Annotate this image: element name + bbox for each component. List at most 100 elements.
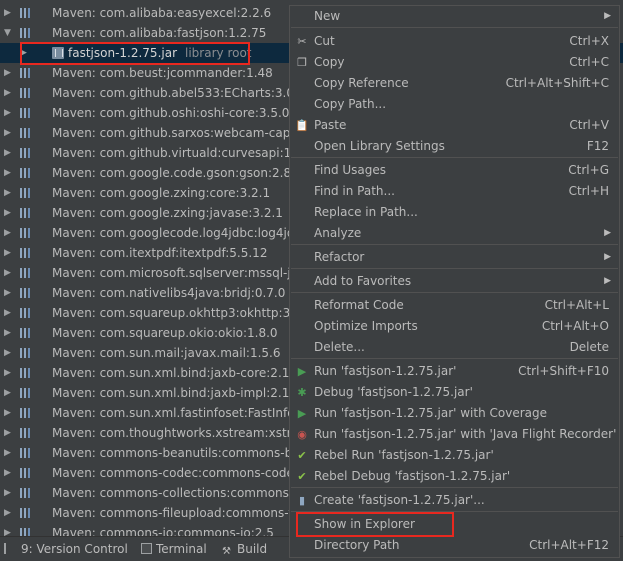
menu-item-shortcut: Ctrl+Shift+F10: [518, 364, 609, 378]
submenu-arrow-icon: ▶: [604, 276, 611, 286]
menu-item-cut[interactable]: ✂ Cut Ctrl+X: [290, 31, 619, 52]
menu-item-copy[interactable]: ❐ Copy Ctrl+C: [290, 52, 619, 73]
version-control-tab[interactable]: 9: Version Control: [4, 537, 128, 561]
menu-separator: [291, 27, 618, 28]
menu-item-add-to-favorites[interactable]: Add to Favorites ▶: [290, 271, 619, 292]
collapse-arrow-icon[interactable]: ▶: [4, 263, 16, 283]
menu-item-replace-in-path[interactable]: Replace in Path...: [290, 202, 619, 223]
collapse-arrow-icon[interactable]: ▶: [4, 243, 16, 263]
menu-item-label: Debug 'fastjson-1.2.75.jar': [314, 385, 473, 399]
menu-item-find-in-path[interactable]: Find in Path... Ctrl+H: [290, 181, 619, 202]
menu-item-label: Delete...: [314, 340, 365, 354]
collapse-arrow-icon[interactable]: ▶: [4, 63, 16, 83]
menu-item-show-in-explorer[interactable]: Show in Explorer: [290, 514, 619, 535]
terminal-label: Terminal: [156, 542, 207, 556]
collapse-arrow-icon[interactable]: ▶: [4, 143, 16, 163]
tree-item-label: Maven: com.microsoft.sqlserver:mssql-jdb…: [52, 266, 313, 280]
library-icon: [20, 188, 33, 198]
submenu-arrow-icon: ▶: [604, 228, 611, 238]
library-icon: [20, 368, 33, 378]
menu-item-shortcut: Ctrl+C: [569, 55, 609, 69]
collapse-arrow-icon[interactable]: ▶: [4, 103, 16, 123]
menu-item-run-fastjson-1-2-75-jar[interactable]: ▶ Run 'fastjson-1.2.75.jar' Ctrl+Shift+F10: [290, 361, 619, 382]
menu-separator: [291, 157, 618, 158]
library-icon: [20, 108, 33, 118]
tree-item-label: Maven: commons-io:commons-io:2.5: [52, 526, 274, 536]
menu-item-debug-fastjson-1-2-75-jar[interactable]: ✱ Debug 'fastjson-1.2.75.jar': [290, 382, 619, 403]
collapse-arrow-icon[interactable]: ▶: [4, 283, 16, 303]
collapse-arrow-icon[interactable]: ▶: [4, 483, 16, 503]
collapse-arrow-icon[interactable]: ▶: [4, 403, 16, 423]
menu-item-label: Add to Favorites: [314, 274, 412, 288]
menu-item-reformat-code[interactable]: Reformat Code Ctrl+Alt+L: [290, 295, 619, 316]
collapse-arrow-icon[interactable]: ▶: [20, 43, 32, 63]
menu-item-directory-path[interactable]: Directory Path Ctrl+Alt+F12: [290, 535, 619, 556]
tree-item-label: Maven: com.alibaba:easyexcel:2.2.6: [52, 6, 272, 20]
collapse-arrow-icon[interactable]: ▶: [4, 123, 16, 143]
flight-recorder-icon: ◉: [297, 428, 307, 441]
tree-item-label: Maven: com.sun.xml.fastinfoset:FastInfos…: [52, 406, 313, 420]
menu-item-rebel-run-fastjson-1-2-75-jar[interactable]: ✔ Rebel Run 'fastjson-1.2.75.jar': [290, 445, 619, 466]
menu-item-copy-path[interactable]: Copy Path...: [290, 94, 619, 115]
library-icon: [20, 208, 33, 218]
collapse-arrow-icon[interactable]: ▶: [4, 203, 16, 223]
collapse-arrow-icon[interactable]: ▶: [4, 503, 16, 523]
build-tab[interactable]: ⚒ Build: [222, 537, 267, 561]
coverage-icon: ▶: [297, 407, 307, 420]
menu-item-optimize-imports[interactable]: Optimize Imports Ctrl+Alt+O: [290, 316, 619, 337]
paste-icon: 📋: [295, 119, 309, 132]
collapse-arrow-icon[interactable]: ▶: [4, 423, 16, 443]
menu-item-paste[interactable]: 📋 Paste Ctrl+V: [290, 115, 619, 136]
collapse-arrow-icon[interactable]: ▶: [4, 463, 16, 483]
tree-item-label: Maven: com.sun.xml.bind:jaxb-impl:2.1.14: [52, 386, 309, 400]
collapse-arrow-icon[interactable]: ▶: [4, 223, 16, 243]
menu-item-label: Copy Path...: [314, 97, 387, 111]
tree-item-label: Maven: commons-codec:commons-codec: [52, 466, 301, 480]
version-control-icon: [4, 543, 17, 554]
collapse-arrow-icon[interactable]: ▶: [4, 343, 16, 363]
menu-item-shortcut: Ctrl+Alt+O: [541, 319, 609, 333]
tree-item-label: Maven: com.google.code.gson:gson:2.8.6: [52, 166, 303, 180]
collapse-arrow-icon[interactable]: ▶: [4, 323, 16, 343]
collapse-arrow-icon[interactable]: ▶: [4, 443, 16, 463]
library-icon: [20, 128, 33, 138]
menu-item-label: Analyze: [314, 226, 362, 240]
menu-item-shortcut: Delete: [569, 340, 609, 354]
menu-item-rebel-debug-fastjson-1-2-75-jar[interactable]: ✔ Rebel Debug 'fastjson-1.2.75.jar': [290, 466, 619, 487]
menu-item-label: Run 'fastjson-1.2.75.jar' with 'Java Fli…: [314, 427, 617, 441]
menu-item-label: Copy Reference: [314, 76, 409, 90]
menu-item-label: Copy: [314, 55, 345, 69]
collapse-arrow-icon[interactable]: ▶: [4, 303, 16, 323]
menu-item-label: Find in Path...: [314, 184, 395, 198]
tree-item-label: Maven: com.sun.mail:javax.mail:1.5.6: [52, 346, 281, 360]
menu-item-label: Paste: [314, 118, 347, 132]
tree-item-label: Maven: com.github.oshi:oshi-core:3.5.0: [52, 106, 290, 120]
menu-item-refactor[interactable]: Refactor ▶: [290, 247, 619, 268]
library-icon: [20, 288, 33, 298]
menu-item-open-library-settings[interactable]: Open Library Settings F12: [290, 136, 619, 157]
library-icon: [20, 388, 33, 398]
collapse-arrow-icon[interactable]: ▶: [4, 3, 16, 23]
collapse-arrow-icon[interactable]: ▶: [4, 383, 16, 403]
library-icon: [20, 428, 33, 438]
menu-item-create-fastjson-1-2-75-jar[interactable]: ▮ Create 'fastjson-1.2.75.jar'...: [290, 490, 619, 511]
menu-separator: [291, 511, 618, 512]
terminal-tab[interactable]: Terminal: [141, 537, 207, 561]
menu-item-analyze[interactable]: Analyze ▶: [290, 223, 619, 244]
menu-item-shortcut: F12: [586, 139, 609, 153]
collapse-arrow-icon[interactable]: ▶: [4, 163, 16, 183]
collapse-arrow-icon[interactable]: ▶: [4, 523, 16, 536]
rebel-run-icon: ✔: [297, 449, 307, 462]
menu-item-label: Replace in Path...: [314, 205, 418, 219]
menu-item-delete[interactable]: Delete... Delete: [290, 337, 619, 358]
collapse-arrow-icon[interactable]: ▶: [4, 183, 16, 203]
menu-item-new[interactable]: New ▶: [290, 6, 619, 27]
menu-item-run-fastjson-1-2-75-jar-with-java-flight-recorder[interactable]: ◉ Run 'fastjson-1.2.75.jar' with 'Java Fl…: [290, 424, 619, 445]
menu-item-copy-reference[interactable]: Copy Reference Ctrl+Alt+Shift+C: [290, 73, 619, 94]
expand-arrow-icon[interactable]: ▼: [4, 23, 16, 43]
menu-item-find-usages[interactable]: Find Usages Ctrl+G: [290, 160, 619, 181]
version-control-label: 9: Version Control: [21, 542, 128, 556]
menu-item-run-fastjson-1-2-75-jar-with-coverage[interactable]: ▶ Run 'fastjson-1.2.75.jar' with Coverage: [290, 403, 619, 424]
collapse-arrow-icon[interactable]: ▶: [4, 83, 16, 103]
collapse-arrow-icon[interactable]: ▶: [4, 363, 16, 383]
